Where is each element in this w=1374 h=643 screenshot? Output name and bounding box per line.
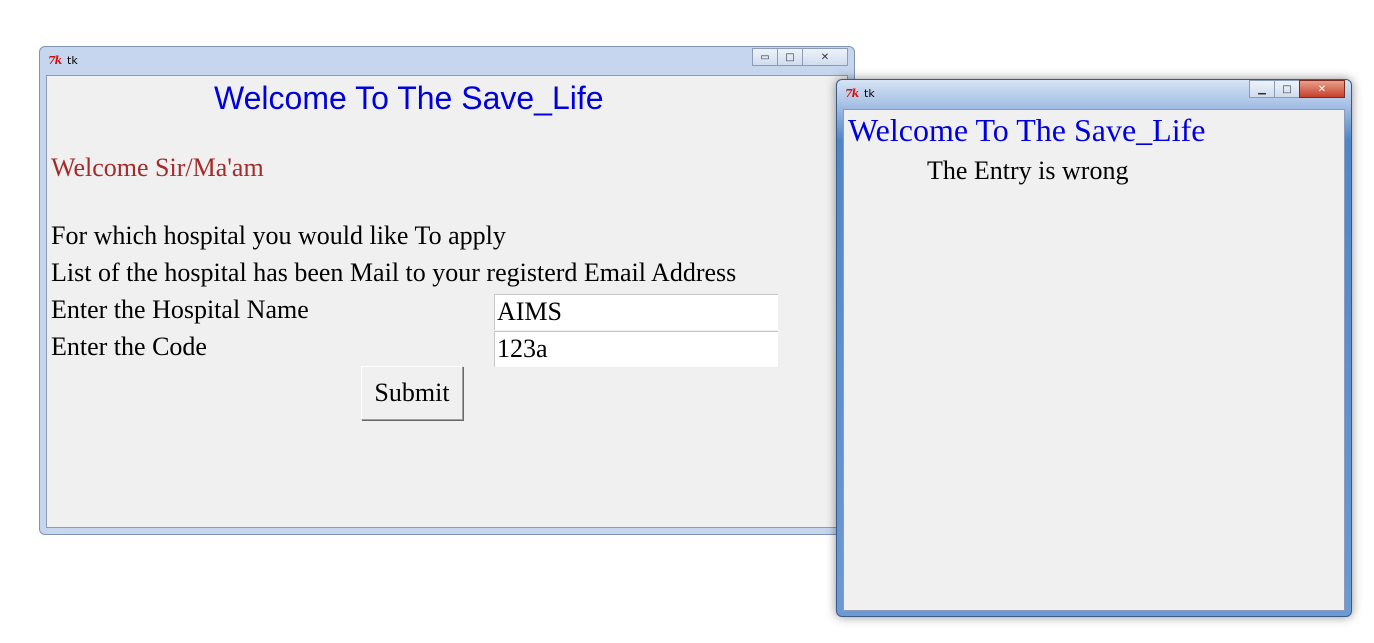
tk-feather-icon: 7k xyxy=(845,87,859,100)
popup-window-controls: ▁ □ ✕ xyxy=(1249,80,1345,98)
code-label: Enter the Code xyxy=(51,332,207,361)
popup-window: 7k tk ▁ □ ✕ Welcome To The Save_Life The… xyxy=(836,79,1352,617)
main-window-titlebar[interactable]: 7k tk ▭ □ ✕ xyxy=(40,47,854,75)
main-window: 7k tk ▭ □ ✕ Welcome To The Save_Life Wel… xyxy=(39,46,855,535)
maximize-icon[interactable]: □ xyxy=(777,48,803,66)
hospital-name-input[interactable]: AIMS xyxy=(494,294,778,330)
main-window-content: Welcome To The Save_Life Welcome Sir/Ma'… xyxy=(46,75,848,528)
hospital-name-label: Enter the Hospital Name xyxy=(51,295,309,324)
popup-window-titlebar[interactable]: 7k tk ▁ □ ✕ xyxy=(837,80,1351,108)
maximize-icon[interactable]: □ xyxy=(1274,80,1300,98)
main-window-controls: ▭ □ ✕ xyxy=(752,48,848,66)
popup-title: Welcome To The Save_Life xyxy=(848,112,1206,148)
tk-feather-icon: 7k xyxy=(48,54,62,67)
error-message: The Entry is wrong xyxy=(927,156,1129,185)
code-input[interactable]: 123a xyxy=(494,331,778,367)
page-title: Welcome To The Save_Life xyxy=(214,80,604,116)
greeting-text: Welcome Sir/Ma'am xyxy=(51,153,264,182)
info-text: List of the hospital has been Mail to yo… xyxy=(51,258,737,287)
popup-window-title: tk xyxy=(864,87,875,100)
question-text: For which hospital you would like To app… xyxy=(51,221,506,250)
submit-button[interactable]: Submit xyxy=(361,366,463,420)
close-icon[interactable]: ✕ xyxy=(802,48,848,66)
main-window-title: tk xyxy=(67,54,78,67)
minimize-icon[interactable]: ▁ xyxy=(1249,80,1275,98)
popup-window-content: Welcome To The Save_Life The Entry is wr… xyxy=(843,109,1345,611)
minimize-icon[interactable]: ▭ xyxy=(752,48,778,66)
close-icon[interactable]: ✕ xyxy=(1299,80,1345,98)
